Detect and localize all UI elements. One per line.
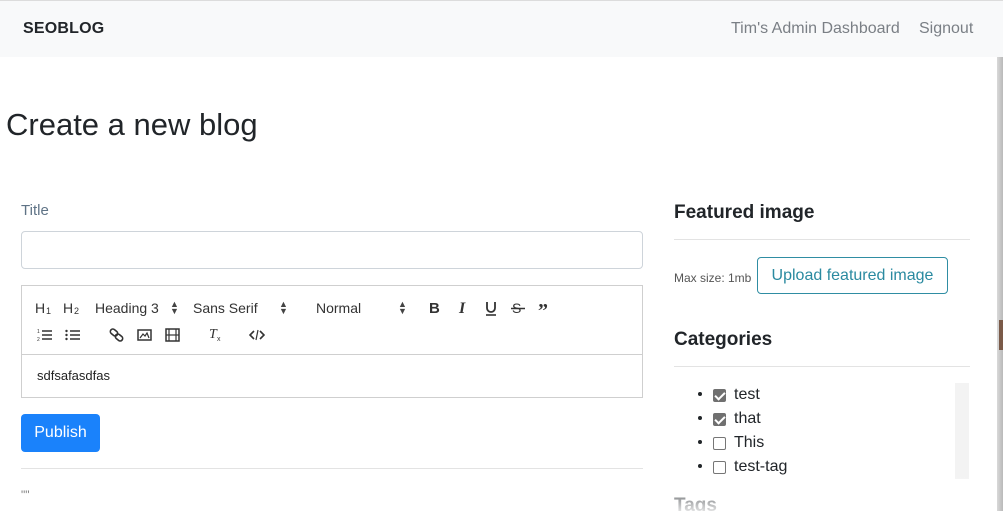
title-label: Title	[21, 202, 49, 219]
svg-text:1: 1	[46, 306, 51, 316]
chevron-updown-icon: ▲ ▼	[170, 299, 179, 316]
code-icon[interactable]	[249, 328, 265, 342]
category-label: test	[734, 386, 760, 403]
svg-text:2: 2	[37, 337, 40, 342]
window-edge-accent	[999, 320, 1003, 350]
video-icon[interactable]	[165, 328, 181, 342]
categories-heading: Categories	[674, 329, 773, 350]
featured-image-heading: Featured image	[674, 202, 815, 223]
editor-content[interactable]: sdfsafasdfas	[37, 368, 110, 383]
heading-picker[interactable]: Heading 3 ▲ ▼	[95, 299, 183, 317]
tags-heading: Tags	[674, 495, 717, 511]
svg-text:B: B	[429, 300, 440, 316]
upload-featured-image-button[interactable]: Upload featured image	[757, 257, 948, 294]
chevron-updown-icon: ▲ ▼	[398, 299, 407, 316]
page-title: Create a new blog	[6, 107, 258, 142]
category-checkbox[interactable]	[713, 461, 726, 474]
brand-link[interactable]: SEOBLOG	[23, 20, 104, 38]
svg-text:2: 2	[74, 306, 79, 316]
clean-icon[interactable]: Tx	[208, 326, 224, 342]
rich-text-editor: H1 H2 Heading 3 ▲ ▼ Sans Serif ▲ ▼ Normal …	[21, 285, 643, 398]
divider	[21, 468, 643, 469]
blockquote-icon[interactable]: ”	[538, 300, 552, 316]
category-checkbox[interactable]	[713, 413, 726, 426]
underline-icon[interactable]	[484, 300, 498, 316]
preview-text: ""	[21, 488, 30, 502]
bullet-list-icon[interactable]	[65, 328, 81, 342]
svg-text:1: 1	[37, 329, 40, 335]
svg-text:”: ”	[538, 300, 548, 316]
svg-text:x: x	[217, 336, 221, 342]
nav-link-signout[interactable]: Signout	[919, 20, 973, 38]
category-label: This	[734, 434, 765, 451]
chevron-updown-icon: ▲ ▼	[279, 299, 288, 316]
divider	[674, 366, 970, 367]
navbar: SEOBLOG Tim's Admin Dashboard Signout	[0, 0, 1003, 57]
size-picker[interactable]: Normal ▲ ▼	[316, 299, 407, 317]
editor-toolbar: H1 H2 Heading 3 ▲ ▼ Sans Serif ▲ ▼ Normal …	[22, 286, 642, 355]
divider	[674, 239, 970, 240]
h2-icon[interactable]: H2	[63, 300, 81, 316]
category-checkbox[interactable]	[713, 389, 726, 402]
font-picker[interactable]: Sans Serif ▲ ▼	[193, 299, 289, 317]
strike-icon[interactable]: S	[511, 300, 525, 316]
svg-text:H: H	[35, 300, 45, 316]
h1-icon[interactable]: H1	[35, 300, 53, 316]
nav-link-dashboard[interactable]: Tim's Admin Dashboard	[731, 20, 900, 38]
size-picker-label: Normal	[316, 300, 362, 316]
category-label: test-tag	[734, 458, 788, 475]
link-icon[interactable]	[109, 328, 125, 342]
window-edge	[997, 57, 1003, 511]
title-input[interactable]	[21, 231, 643, 269]
bold-icon[interactable]: B	[428, 300, 442, 316]
categories-list: test that This test-tag	[674, 383, 970, 479]
category-checkbox[interactable]	[713, 437, 726, 450]
image-icon[interactable]	[137, 328, 153, 342]
ordered-list-icon[interactable]: 12	[37, 328, 53, 342]
category-label: that	[734, 410, 761, 427]
svg-text:H: H	[63, 300, 73, 316]
max-size-note: Max size: 1mb	[674, 271, 752, 285]
bottom-fade	[0, 476, 1003, 511]
font-picker-label: Sans Serif	[193, 300, 258, 316]
svg-text:I: I	[458, 300, 466, 316]
publish-button[interactable]: Publish	[21, 414, 100, 452]
categories-scrollbar[interactable]	[955, 383, 969, 479]
italic-icon[interactable]: I	[457, 300, 471, 316]
heading-picker-label: Heading 3	[95, 300, 159, 316]
